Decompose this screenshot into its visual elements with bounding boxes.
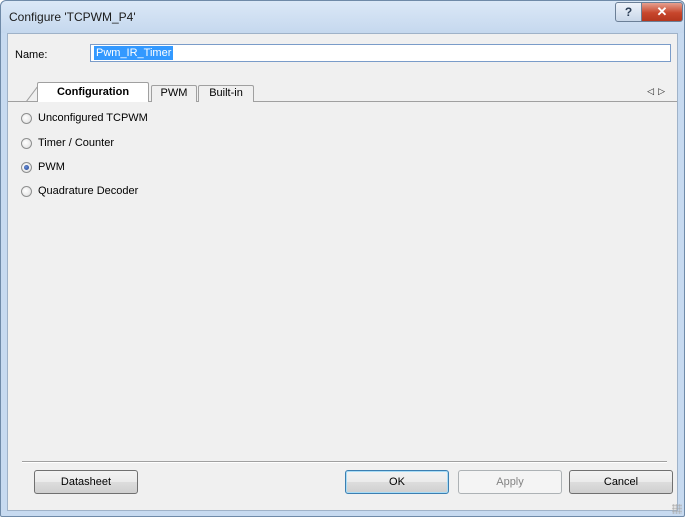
ok-button[interactable]: OK xyxy=(345,470,449,494)
tab-built-in-label: Built-in xyxy=(209,87,243,99)
name-input-value: Pwm_IR_Timer xyxy=(94,46,174,60)
window-title: Configure 'TCPWM_P4' xyxy=(9,10,136,24)
tab-pwm-label: PWM xyxy=(160,87,188,99)
radio-button-icon[interactable] xyxy=(21,185,32,197)
tab-scroll-left-icon[interactable]: ◁ xyxy=(647,86,658,96)
name-label: Name: xyxy=(15,49,48,61)
radio-button-checked-icon[interactable] xyxy=(21,161,32,173)
close-icon: ✕ xyxy=(656,4,668,19)
help-button[interactable]: ? xyxy=(615,2,642,22)
datasheet-button[interactable]: Datasheet xyxy=(34,470,138,494)
apply-button[interactable]: Apply xyxy=(458,470,562,494)
radio-timer-counter[interactable]: Timer / Counter xyxy=(21,135,114,151)
radio-label: Unconfigured TCPWM xyxy=(38,112,148,124)
tab-pwm[interactable]: PWM xyxy=(151,85,197,102)
configure-dialog: Configure 'TCPWM_P4' ? ✕ Name: Pwm_IR_Ti… xyxy=(0,0,685,517)
cancel-button[interactable]: Cancel xyxy=(569,470,673,494)
close-button[interactable]: ✕ xyxy=(641,2,683,22)
tab-scroll-right-icon[interactable]: ▷ xyxy=(658,86,669,96)
tab-configuration-label: Configuration xyxy=(56,86,130,98)
radio-button-icon[interactable] xyxy=(21,112,32,124)
radio-label: PWM xyxy=(38,161,65,173)
tab-configuration[interactable]: Configuration xyxy=(37,82,149,102)
resize-grip-icon[interactable] xyxy=(672,504,682,514)
footer-separator xyxy=(22,461,667,463)
radio-label: Quadrature Decoder xyxy=(38,185,139,197)
name-input[interactable]: Pwm_IR_Timer xyxy=(90,44,671,62)
tab-strip: Configuration PWM Built-in ◁▷ xyxy=(8,82,677,102)
title-bar[interactable]: Configure 'TCPWM_P4' ? ✕ xyxy=(1,1,684,33)
tab-scroll-arrows: ◁▷ xyxy=(647,86,669,97)
tab-built-in[interactable]: Built-in xyxy=(198,85,254,102)
question-mark-icon: ? xyxy=(624,5,633,19)
radio-label: Timer / Counter xyxy=(38,137,115,149)
dialog-body: Name: Pwm_IR_Timer Configuration PWM Bui… xyxy=(7,33,678,511)
radio-pwm[interactable]: PWM xyxy=(21,159,65,175)
radio-quadrature-decoder[interactable]: Quadrature Decoder xyxy=(21,183,138,199)
radio-button-icon[interactable] xyxy=(21,137,32,149)
radio-unconfigured-tcpwm[interactable]: Unconfigured TCPWM xyxy=(21,110,148,126)
